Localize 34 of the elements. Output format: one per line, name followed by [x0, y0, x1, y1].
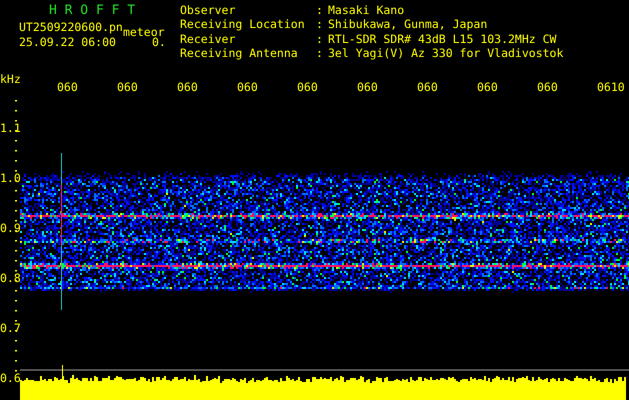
info-separator: : [316, 5, 324, 19]
info-label: Receiving Location [180, 19, 306, 34]
program-title: H R O F F T [48, 5, 136, 19]
info-label: Receiving Antenna [180, 48, 299, 62]
time-label: 060 [537, 82, 558, 94]
file-name: UT2509220600.pn [19, 22, 123, 34]
frequency-label: 0.6 [0, 373, 21, 385]
time-label: 060 [417, 82, 438, 94]
axis-unit: kHz [0, 74, 21, 86]
time-label: 060 [297, 82, 318, 94]
detection-count: 0. [152, 37, 166, 49]
info-separator: : [316, 48, 324, 62]
info-label: Receiver [180, 34, 236, 48]
time-label: 060 [57, 82, 78, 94]
info-value: Masaki Kano [328, 5, 406, 19]
time-label: 060 [117, 82, 138, 94]
info-value: Shibukawa, Gunma, Japan [328, 19, 488, 34]
time-label: 0610 [597, 82, 625, 94]
info-value: RTL-SDR SDR# 43dB L15 103.2MHz CW [328, 34, 558, 48]
time-label: 060 [177, 82, 198, 94]
detection-label: meteor [123, 27, 165, 34]
time-label: 060 [357, 82, 378, 94]
frequency-label: 0.8 [0, 273, 21, 285]
frequency-label: 1.1 [0, 123, 21, 135]
frequency-label: 0.9 [0, 223, 21, 235]
info-separator: : [316, 19, 324, 34]
info-value: 3el Yagi(V) Az 330 for Vladivostok [328, 48, 564, 62]
info-label: Observer [180, 5, 236, 19]
time-label: 060 [477, 82, 498, 94]
time-label: 060 [237, 82, 258, 94]
date-time: 25.09.22 06:00 [19, 37, 116, 49]
frequency-label: 0.7 [0, 323, 21, 335]
info-separator: : [316, 34, 324, 48]
frequency-label: 1.0 [0, 173, 21, 185]
